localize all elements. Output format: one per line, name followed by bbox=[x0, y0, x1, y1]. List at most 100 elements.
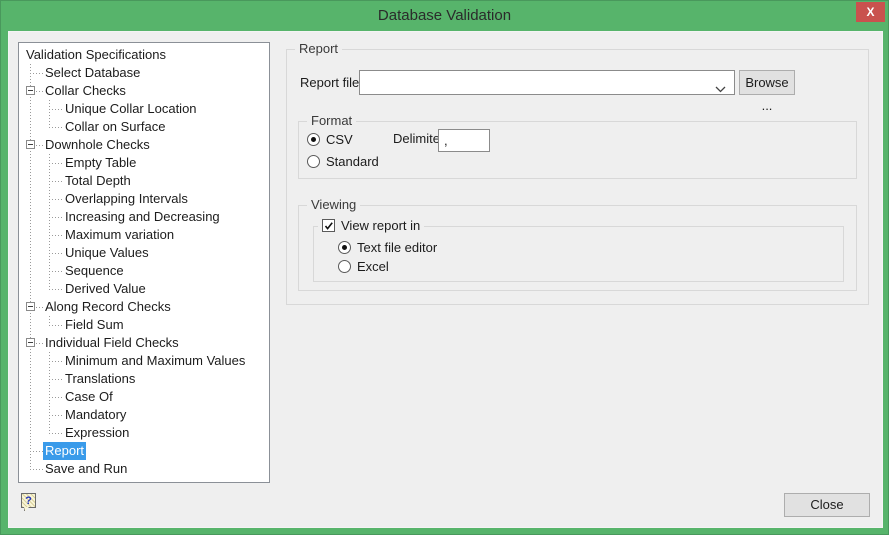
delimiter-input[interactable]: , bbox=[438, 129, 490, 152]
tree-item-label[interactable]: Collar Checks bbox=[43, 82, 128, 100]
tree-item-label[interactable]: Collar on Surface bbox=[63, 118, 167, 136]
help-icon[interactable]: ? bbox=[21, 493, 36, 508]
standard-radio[interactable] bbox=[307, 155, 320, 168]
tree-item[interactable]: Maximum variation bbox=[19, 226, 269, 244]
tree-item[interactable]: Individual Field Checks bbox=[19, 334, 269, 352]
report-file-value bbox=[360, 75, 364, 90]
tree-item-label[interactable]: Field Sum bbox=[63, 316, 126, 334]
tree-item-label[interactable]: Total Depth bbox=[63, 172, 133, 190]
tree-item[interactable]: Select Database bbox=[19, 64, 269, 82]
tree-item[interactable]: Validation Specifications bbox=[19, 46, 269, 64]
collapse-minus-icon[interactable] bbox=[26, 338, 35, 347]
tree-item[interactable]: Mandatory bbox=[19, 406, 269, 424]
excel-radio-row: Excel bbox=[338, 257, 389, 277]
tree-item-label[interactable]: Report bbox=[43, 442, 86, 460]
tree-item-label[interactable]: Unique Values bbox=[63, 244, 151, 262]
csv-radio-label[interactable]: CSV bbox=[326, 132, 353, 147]
format-group: Format CSV Delimiter , Standard bbox=[298, 121, 857, 179]
collapse-minus-icon[interactable] bbox=[26, 302, 35, 311]
tree-item[interactable]: Increasing and Decreasing bbox=[19, 208, 269, 226]
excel-radio[interactable] bbox=[338, 260, 351, 273]
tree-item-label[interactable]: Overlapping Intervals bbox=[63, 190, 190, 208]
chevron-down-icon[interactable] bbox=[715, 80, 726, 98]
tree-item[interactable]: Expression bbox=[19, 424, 269, 442]
tree-item[interactable]: Empty Table bbox=[19, 154, 269, 172]
tree-item-label[interactable]: Minimum and Maximum Values bbox=[63, 352, 247, 370]
tree-guide-line bbox=[30, 154, 31, 172]
tree-item-label[interactable]: Downhole Checks bbox=[43, 136, 152, 154]
csv-radio[interactable] bbox=[307, 133, 320, 146]
report-file-label: Report file bbox=[300, 70, 359, 95]
tree-connector bbox=[49, 325, 63, 326]
tree-guide-line bbox=[30, 172, 31, 190]
tree-item[interactable]: Unique Values bbox=[19, 244, 269, 262]
tree-item[interactable]: Sequence bbox=[19, 262, 269, 280]
text-editor-radio[interactable] bbox=[338, 241, 351, 254]
tree-guide-line bbox=[30, 460, 31, 469]
tree-item[interactable]: Minimum and Maximum Values bbox=[19, 352, 269, 370]
tree-guide-line bbox=[30, 208, 31, 226]
tree-guide-line bbox=[30, 352, 31, 370]
tree-connector bbox=[30, 469, 43, 470]
help-glyph: ? bbox=[25, 495, 32, 507]
tree-item[interactable]: Collar Checks bbox=[19, 82, 269, 100]
tree-guide-line bbox=[30, 280, 31, 298]
tree-connector bbox=[49, 271, 63, 272]
tree-guide-line bbox=[30, 316, 31, 334]
tree-item-label[interactable]: Individual Field Checks bbox=[43, 334, 181, 352]
tree-guide-line bbox=[30, 370, 31, 388]
tree-connector bbox=[30, 451, 43, 452]
tree-item[interactable]: Overlapping Intervals bbox=[19, 190, 269, 208]
tree-item-label[interactable]: Increasing and Decreasing bbox=[63, 208, 222, 226]
tree-item-label[interactable]: Save and Run bbox=[43, 460, 129, 478]
tree-item-label[interactable]: Validation Specifications bbox=[24, 46, 168, 64]
tree-connector bbox=[36, 307, 43, 308]
view-report-in-label[interactable]: View report in bbox=[341, 218, 420, 233]
tree-item-label[interactable]: Sequence bbox=[63, 262, 126, 280]
tree-connector bbox=[49, 415, 63, 416]
text-editor-radio-row: Text file editor bbox=[338, 238, 437, 258]
report-file-combobox[interactable] bbox=[359, 70, 735, 95]
tree-item[interactable]: Unique Collar Location bbox=[19, 100, 269, 118]
text-editor-radio-label[interactable]: Text file editor bbox=[357, 240, 437, 255]
tree-item[interactable]: Collar on Surface bbox=[19, 118, 269, 136]
window-close-icon[interactable]: X bbox=[856, 2, 885, 22]
tree-item-label[interactable]: Unique Collar Location bbox=[63, 100, 199, 118]
tree-item-label[interactable]: Select Database bbox=[43, 64, 142, 82]
tree-item-label[interactable]: Translations bbox=[63, 370, 137, 388]
tree-item[interactable]: Derived Value bbox=[19, 280, 269, 298]
delimiter-value: , bbox=[444, 133, 448, 148]
tree-item-label[interactable]: Expression bbox=[63, 424, 131, 442]
tree-item[interactable]: Report bbox=[19, 442, 269, 460]
view-report-in-box: View report in Text file editor Excel bbox=[313, 226, 844, 282]
collapse-minus-icon[interactable] bbox=[26, 86, 35, 95]
standard-radio-row: Standard bbox=[307, 152, 379, 172]
excel-radio-label[interactable]: Excel bbox=[357, 259, 389, 274]
standard-radio-label[interactable]: Standard bbox=[326, 154, 379, 169]
viewing-group: Viewing View report in Text file editor … bbox=[298, 205, 857, 291]
close-button[interactable]: Close bbox=[784, 493, 870, 517]
tree-item[interactable]: Save and Run bbox=[19, 460, 269, 478]
collapse-minus-icon[interactable] bbox=[26, 140, 35, 149]
tree-item[interactable]: Downhole Checks bbox=[19, 136, 269, 154]
tree-guide-line bbox=[49, 280, 50, 289]
tree-item[interactable]: Field Sum bbox=[19, 316, 269, 334]
tree-item-label[interactable]: Along Record Checks bbox=[43, 298, 173, 316]
tree-item[interactable]: Along Record Checks bbox=[19, 298, 269, 316]
tree-item[interactable]: Total Depth bbox=[19, 172, 269, 190]
tree-item[interactable]: Translations bbox=[19, 370, 269, 388]
tree-item-label[interactable]: Derived Value bbox=[63, 280, 148, 298]
window-title: Database Validation bbox=[1, 1, 888, 31]
browse-button[interactable]: Browse ... bbox=[739, 70, 795, 95]
tree-item-label[interactable]: Maximum variation bbox=[63, 226, 176, 244]
delimiter-label: Delimiter bbox=[393, 127, 444, 151]
tree-item-label[interactable]: Case Of bbox=[63, 388, 115, 406]
tree-guide-line bbox=[30, 190, 31, 208]
tree-guide-line bbox=[49, 424, 50, 433]
validation-tree[interactable]: Validation SpecificationsSelect Database… bbox=[18, 42, 270, 483]
tree-item-label[interactable]: Empty Table bbox=[63, 154, 138, 172]
tree-item-label[interactable]: Mandatory bbox=[63, 406, 128, 424]
tree-item[interactable]: Case Of bbox=[19, 388, 269, 406]
tree-guide-line bbox=[30, 388, 31, 406]
view-report-in-checkbox[interactable] bbox=[322, 219, 335, 232]
